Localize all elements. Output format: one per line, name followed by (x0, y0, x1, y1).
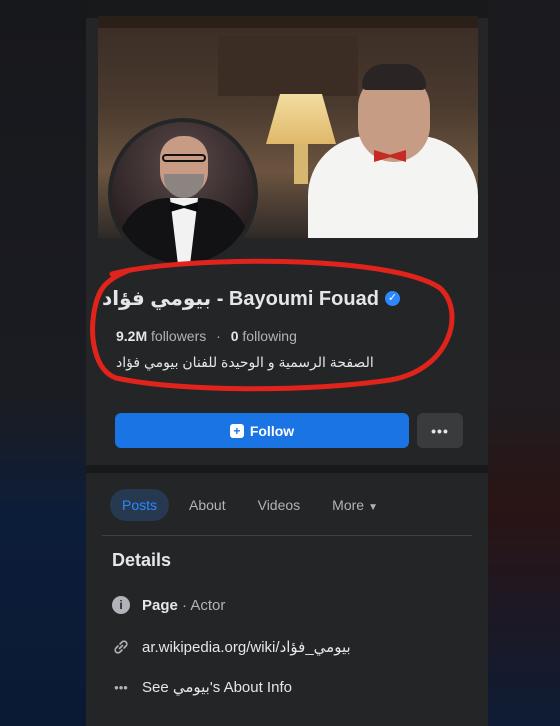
cover-frames (218, 36, 358, 96)
website-row[interactable]: ar.wikipedia.org/wiki/بيومي_فؤاد (112, 638, 351, 656)
tab-posts-label: Posts (122, 497, 158, 513)
tab-videos-label: Videos (257, 497, 301, 513)
link-icon (112, 638, 130, 656)
profile-tabs: Posts About Videos More ▼ (110, 488, 390, 522)
following-count[interactable]: 0 (231, 328, 239, 344)
tab-about[interactable]: About (177, 489, 238, 521)
avatar-glasses (162, 154, 206, 162)
cover-shelf (98, 16, 478, 28)
details-heading: Details (112, 550, 172, 570)
tab-about-label: About (189, 497, 226, 513)
category-value: · Actor (182, 596, 226, 614)
more-dots-icon: ••• (431, 422, 449, 439)
tabs-divider (102, 535, 472, 536)
tab-posts[interactable]: Posts (110, 489, 170, 521)
more-options-button[interactable]: ••• (417, 413, 463, 448)
about-info-row[interactable]: ••• See بيومي's About Info (112, 678, 292, 696)
follow-label: Follow (249, 422, 295, 439)
profile-name-text: بيومي فؤاد - Bayoumi Fouad (102, 288, 379, 310)
info-icon: i (112, 596, 130, 614)
following-label[interactable]: following (242, 328, 296, 344)
category-label: Page (142, 596, 178, 614)
cover-lamp (266, 94, 336, 144)
stats-separator: · (216, 328, 221, 344)
followers-label[interactable]: followers (151, 328, 206, 344)
section-divider (86, 465, 488, 473)
avatar-photo (112, 122, 254, 264)
verified-badge-icon: ✓ (384, 291, 400, 306)
tab-more[interactable]: More ▼ (320, 489, 390, 521)
profile-avatar[interactable] (108, 118, 258, 268)
profile-name: بيومي فؤاد - Bayoumi Fouad ✓ (102, 286, 472, 311)
website-link[interactable]: ar.wikipedia.org/wiki/بيومي_فؤاد (142, 638, 351, 656)
more-dots-icon: ••• (114, 679, 128, 695)
caret-down-icon: ▼ (368, 502, 378, 513)
avatar-beard (164, 174, 204, 198)
tab-more-label: More (332, 497, 365, 513)
profile-screen: بيومي فؤاد - Bayoumi Fouad ✓ 9.2M follow… (86, 0, 488, 726)
red-annotation-circle (90, 258, 455, 392)
follow-button[interactable]: + Follow (115, 413, 409, 448)
cover-person-hat (362, 64, 426, 90)
cover-lamp-base (294, 144, 308, 184)
profile-stats: 9.2M followers · 0 following (116, 328, 297, 344)
category-row: i Page · Actor (112, 596, 225, 614)
profile-bio: الصفحة الرسمية و الوحيدة للفنان بيومي فؤ… (116, 354, 374, 370)
follow-plus-icon: + (229, 423, 244, 438)
blurred-backdrop-right (488, 0, 560, 726)
blurred-backdrop-left (0, 0, 86, 726)
followers-count[interactable]: 9.2M (116, 328, 147, 344)
tab-videos[interactable]: Videos (246, 489, 313, 521)
about-info-link[interactable]: See بيومي's About Info (142, 678, 292, 696)
